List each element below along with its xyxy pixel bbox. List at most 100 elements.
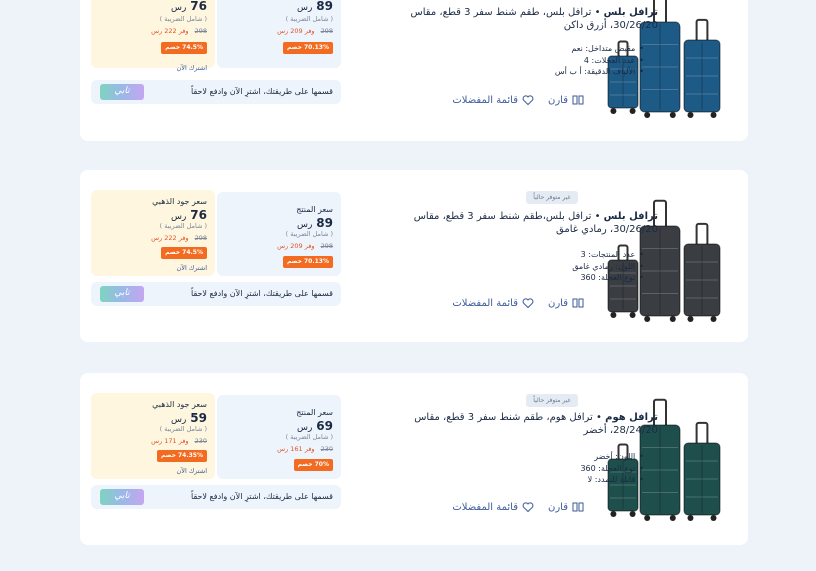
discount-badge: 70.13% خصم — [282, 42, 333, 54]
old-price: 298 — [320, 27, 333, 35]
compare-label: قارن — [548, 94, 568, 106]
price-value: 69 — [316, 419, 333, 433]
subscribe-link[interactable]: اشترك الآن — [176, 264, 207, 272]
tabby-logo: تابي — [100, 489, 144, 505]
compare-label: قارن — [548, 501, 568, 513]
gold-price-box: سعر جود الذهبي 76رس ( شامل الضريبة ) 298… — [91, 0, 215, 72]
price-value: 89 — [316, 0, 333, 13]
save-amount: وفر 209 رس — [277, 27, 315, 35]
old-price: 298 — [194, 234, 207, 242]
favorites-label: قائمة المفضلات — [452, 501, 518, 513]
tax-label: ( شامل الضريبة ) — [285, 433, 333, 441]
tax-label: ( شامل الضريبة ) — [159, 222, 207, 230]
old-price: 230 — [194, 437, 207, 445]
gold-price-label: سعر جود الذهبي — [152, 400, 207, 409]
gold-price-label: سعر جود الذهبي — [152, 197, 207, 206]
favorites-button[interactable]: قائمة المفضلات — [452, 297, 534, 309]
price: 69 رس — [297, 419, 333, 433]
tax-note: ( شامل الضريبة ) — [286, 230, 333, 238]
currency: رس — [296, 3, 313, 13]
save-amount: وفر 171 رس — [151, 437, 189, 445]
price: 89 رس — [297, 216, 333, 230]
spec-item: قابلة للتمدد: لا — [380, 474, 644, 486]
product-specs: مقبض متداخل: نعم عدد العجلات: 4 الألياف … — [380, 43, 644, 78]
product-actions: قارن قائمة المفضلات — [436, 295, 584, 311]
tabby-logo: تابي — [100, 286, 144, 302]
favorites-label: قائمة المفضلات — [452, 94, 518, 106]
currency: رس — [170, 3, 187, 13]
tax-label: ( شامل الضريبة ) — [159, 425, 207, 433]
installments-banner[interactable]: قسمها على طريقتك، اشترِ الآن وادفع لاحقا… — [91, 80, 341, 104]
product-price-box: سعر المنتج 89رس ( شامل الضريبة ) 298وفر … — [217, 0, 341, 68]
product-actions: قارن قائمة المفضلات — [436, 92, 584, 108]
gold-price-value: 59 — [190, 411, 207, 425]
savings: 298 وفر 222 رس — [151, 27, 207, 35]
gold-price: 59 رس — [171, 411, 207, 425]
tax-note: ( شامل الضريبة ) — [286, 15, 333, 23]
favorites-button[interactable]: قائمة المفضلات — [452, 94, 534, 106]
spec-item: عدد العجلات: 4 — [380, 55, 644, 67]
save-amount: وفر 222 رس — [151, 234, 189, 242]
savings: 298 وفر 222 رس — [151, 234, 207, 242]
favorites-label: قائمة المفضلات — [452, 297, 518, 309]
subscribe-link[interactable]: اشترك الآن — [176, 467, 207, 475]
tax-label: ( شامل الضريبة ) — [285, 230, 333, 238]
currency: رس — [170, 415, 187, 425]
tax-note: ( شامل الضريبة ) — [160, 222, 207, 230]
spec-item: اللون: رمادي غامق — [380, 261, 644, 273]
product-specs: عدد المنتجات: 3 اللون: رمادي غامق نوع ال… — [380, 249, 644, 284]
product-title[interactable]: ترافل هوم • ترافل هوم، طقم شنط سفر 3 قطع… — [368, 411, 658, 437]
product-card: ترافل بلس • ترافل بلس، طقم شنط سفر 3 قطع… — [80, 0, 748, 141]
spec-item: اللون: أخضر — [380, 451, 644, 463]
old-price: 230 — [320, 445, 333, 453]
tax-label: ( شامل الضريبة ) — [285, 15, 333, 23]
installments-banner[interactable]: قسمها على طريقتك، اشترِ الآن وادفع لاحقا… — [91, 282, 341, 306]
old-price: 298 — [194, 27, 207, 35]
compare-button[interactable]: قارن — [548, 297, 584, 309]
currency: رس — [170, 212, 187, 222]
out-of-stock-badge: غير متوفر حالياً — [526, 191, 578, 204]
save-amount: وفر 222 رس — [151, 27, 189, 35]
discount-badge: 74.35% خصم — [156, 450, 207, 462]
heart-icon — [522, 298, 534, 309]
price-value: 89 — [316, 216, 333, 230]
compare-button[interactable]: قارن — [548, 94, 584, 106]
out-of-stock-badge: غير متوفر حالياً — [526, 394, 578, 407]
installments-text: قسمها على طريقتك، اشترِ الآن وادفع لاحقا… — [191, 87, 333, 96]
old-price: 298 — [320, 242, 333, 250]
product-price-box: سعر المنتج 69 رس ( شامل الضريبة ) 230 وفر … — [217, 395, 341, 479]
savings: 298 وفر 209 رس — [277, 242, 333, 250]
tax-note: ( شامل الضريبة ) — [160, 15, 207, 23]
tax-note: ( شامل الضريبة ) — [286, 433, 333, 441]
compare-label: قارن — [548, 297, 568, 309]
product-card: غير متوفر حالياً ترافل هوم • ترافل هوم، … — [80, 373, 748, 545]
favorites-button[interactable]: قائمة المفضلات — [452, 501, 534, 513]
product-price-box: سعر المنتج 89رس ( شامل الضريبة ) 298وفر … — [217, 192, 341, 276]
spec-item: عدد المنتجات: 3 — [380, 249, 644, 261]
subscribe-link[interactable]: اشترك الآن — [176, 64, 207, 72]
heart-icon — [522, 502, 534, 513]
product-title[interactable]: ترافل بلس • ترافل بلس، طقم شنط سفر 3 قطع… — [368, 6, 658, 32]
installments-text: قسمها على طريقتك، اشترِ الآن وادفع لاحقا… — [191, 289, 333, 298]
price-label: سعر المنتج — [296, 205, 333, 214]
discount-badge: 70.13% خصم — [282, 256, 333, 268]
discount-badge: 74.5% خصم — [161, 247, 207, 259]
compare-button[interactable]: قارن — [548, 501, 584, 513]
installments-banner[interactable]: قسمها على طريقتك، اشترِ الآن وادفع لاحقا… — [91, 485, 341, 509]
installments-text: قسمها على طريقتك، اشترِ الآن وادفع لاحقا… — [191, 492, 333, 501]
gold-price-box: سعر جود الذهبي 76رس ( شامل الضريبة ) 298… — [91, 190, 215, 276]
spec-item: مقبض متداخل: نعم — [380, 43, 644, 55]
save-amount: وفر 161 رس — [277, 445, 315, 453]
savings: 230 وفر 171 رس — [151, 437, 207, 445]
discount-badge: 70% خصم — [293, 459, 333, 471]
spec-item: نوع العجلة: 360 — [380, 272, 644, 284]
price-label: سعر المنتج — [296, 408, 333, 417]
compare-icon — [572, 298, 584, 308]
gold-price-box: سعر جود الذهبي 59 رس ( شامل الضريبة ) 230… — [91, 393, 215, 479]
product-specs: اللون: أخضر نوع العجلة: 360 قابلة للتمدد… — [380, 451, 644, 486]
product-title[interactable]: ترافل بلس • ترافل بلس،طقم شنط سفر 3 قطع،… — [368, 210, 658, 236]
discount-badge: 74.5% خصم — [161, 42, 207, 54]
compare-icon — [572, 95, 584, 105]
gold-price-value: 76 — [190, 0, 207, 13]
savings: 298 وفر 209 رس — [277, 27, 333, 35]
